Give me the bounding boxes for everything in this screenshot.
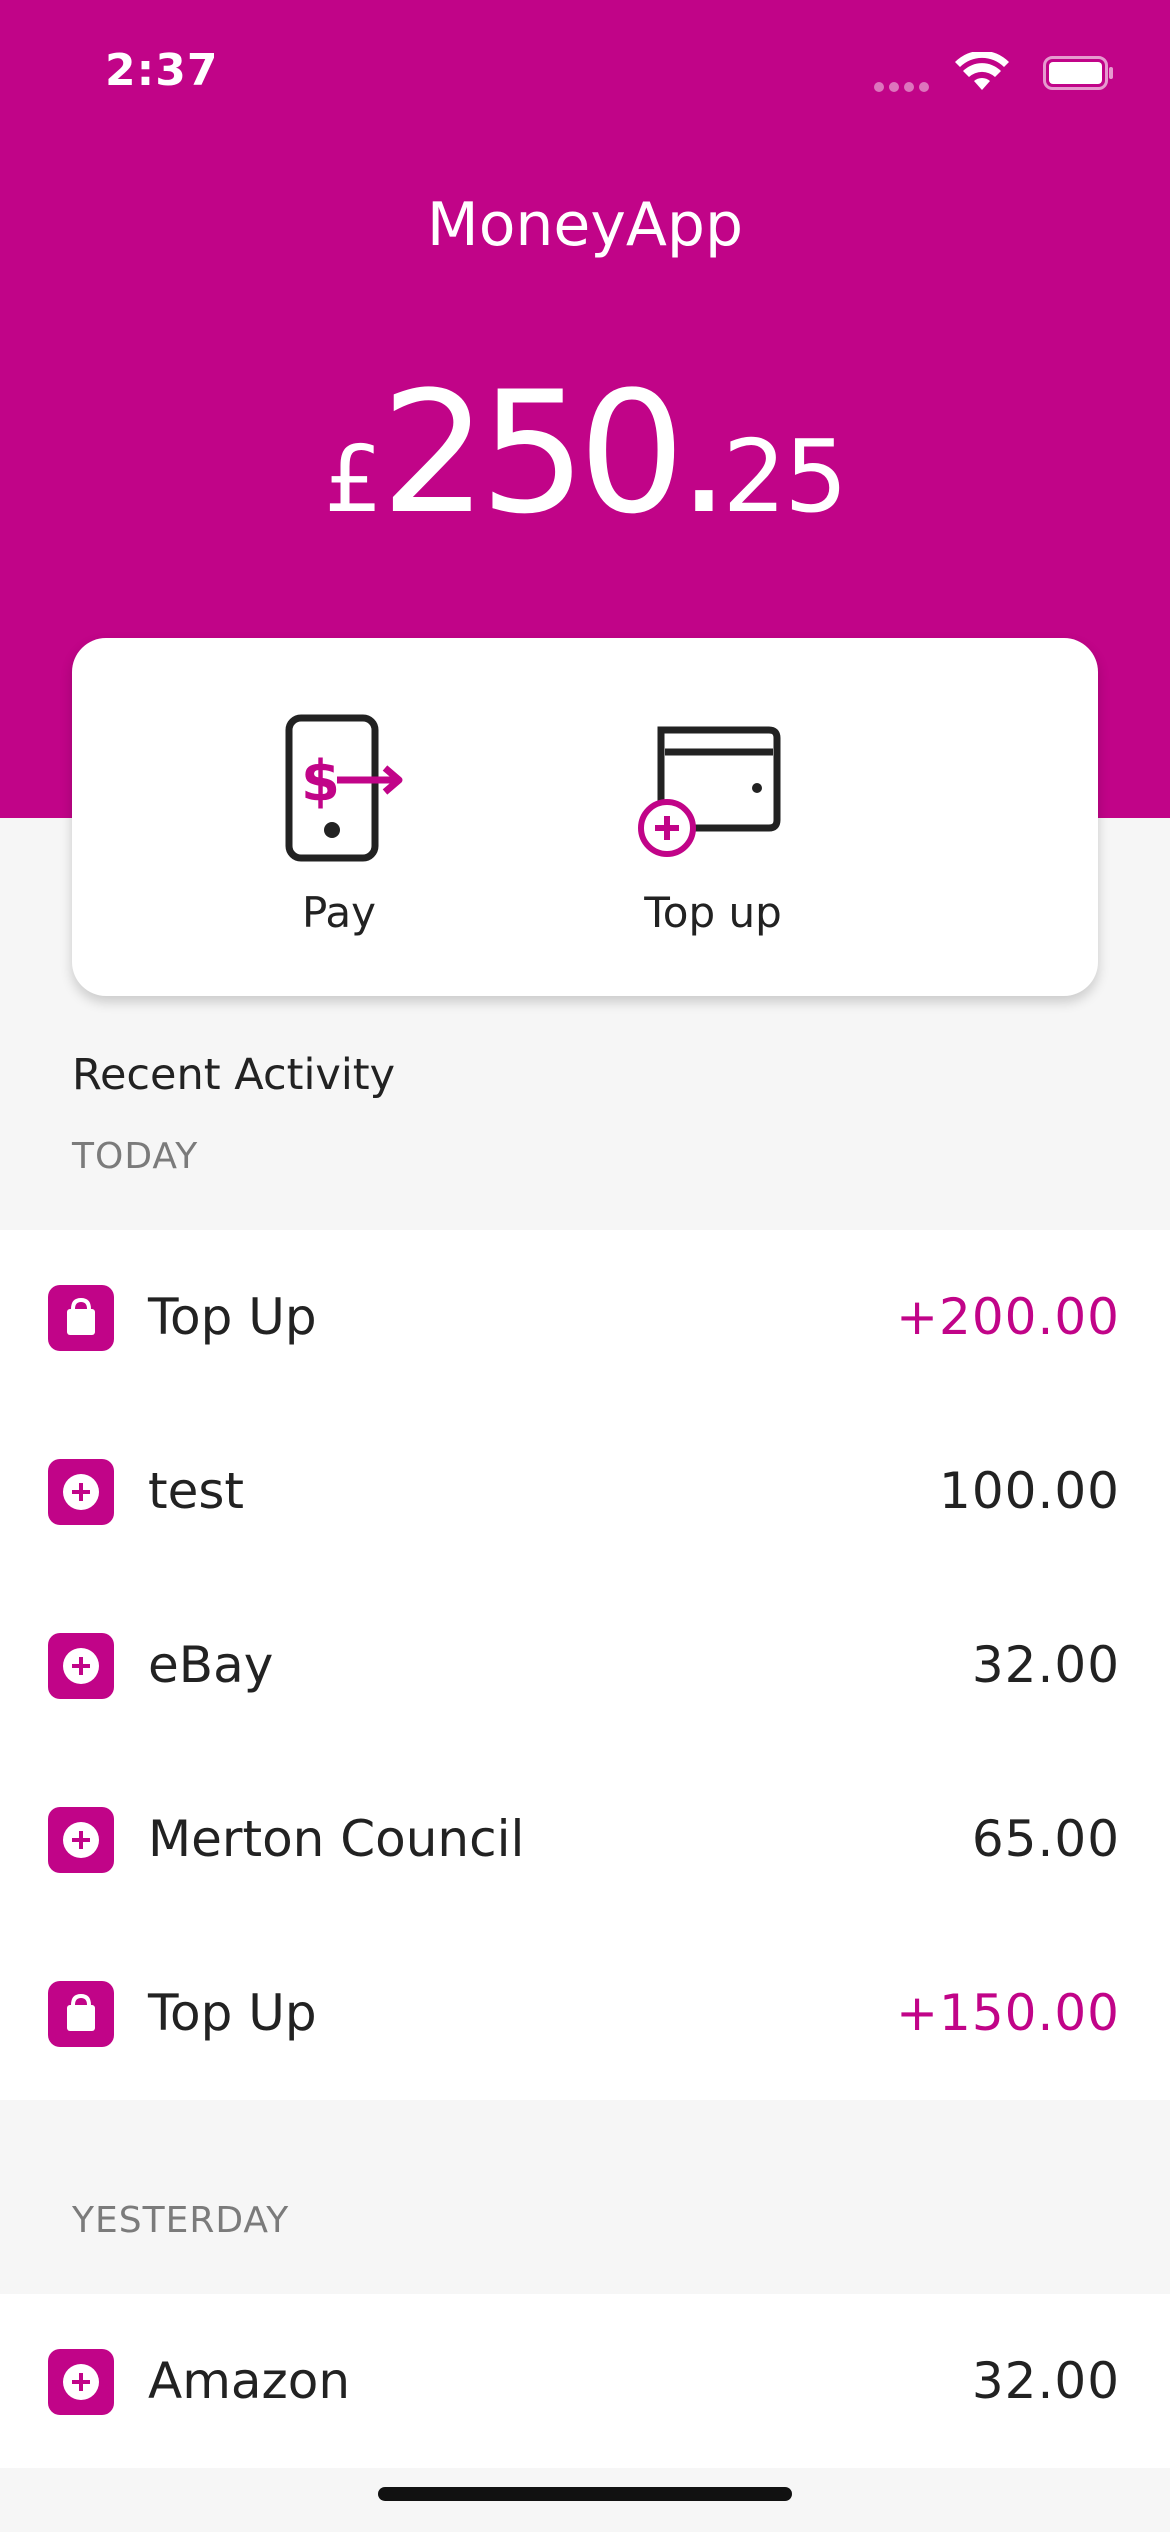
battery-icon	[1043, 56, 1113, 90]
balance-fraction: 25	[722, 418, 848, 535]
transaction-list-yesterday: Amazon 32.00	[0, 2294, 1170, 2468]
home-indicator[interactable]	[378, 2487, 792, 2501]
transaction-amount: 65.00	[971, 1810, 1120, 1868]
balance-currency: £	[324, 426, 383, 533]
recent-activity-title: Recent Activity	[72, 1050, 396, 1100]
list-item[interactable]: eBay 32.00	[0, 1578, 1170, 1752]
pay-phone-icon: $	[285, 714, 403, 862]
transaction-amount: 32.00	[971, 2352, 1120, 2410]
transaction-name: Top Up	[148, 1984, 317, 2042]
transaction-name: Amazon	[148, 2352, 351, 2410]
top-up-button[interactable]: Top up	[583, 708, 843, 948]
transaction-amount: 32.00	[971, 1636, 1120, 1694]
quick-actions-card: $ Pay Top up	[72, 638, 1098, 996]
list-item[interactable]: Top Up +200.00	[0, 1230, 1170, 1404]
svg-text:$: $	[301, 749, 340, 814]
plus-circle-icon	[48, 1459, 114, 1525]
list-item[interactable]: test 100.00	[0, 1404, 1170, 1578]
balance-whole: 250.	[380, 355, 731, 551]
status-time: 2:37	[105, 45, 219, 96]
transaction-name: eBay	[148, 1636, 274, 1694]
wifi-icon	[955, 52, 1009, 90]
transaction-amount: +200.00	[896, 1288, 1120, 1346]
day-label-yesterday: YESTERDAY	[72, 2200, 290, 2241]
list-item[interactable]: Top Up +150.00	[0, 1926, 1170, 2100]
top-up-label: Top up	[644, 888, 782, 937]
pay-button[interactable]: $ Pay	[209, 708, 469, 948]
transaction-amount: +150.00	[896, 1984, 1120, 2042]
signal-icon	[874, 82, 930, 92]
list-item[interactable]: Amazon 32.00	[0, 2294, 1170, 2468]
list-item[interactable]: Merton Council 65.00	[0, 1752, 1170, 1926]
plus-circle-icon	[48, 1807, 114, 1873]
screen: 2:37 MoneyApp £250.25 $ Pay Top up Recen…	[0, 0, 1170, 2532]
wallet-topup-icon	[638, 726, 781, 857]
transaction-amount: 100.00	[939, 1462, 1120, 1520]
plus-circle-icon	[48, 1633, 114, 1699]
balance-amount: £250.25	[0, 355, 1170, 551]
transaction-name: Merton Council	[148, 1810, 525, 1868]
transaction-list-today: Top Up +200.00 test 100.00 eBay 32.00 Me…	[0, 1230, 1170, 2100]
shopping-bag-icon	[48, 1981, 114, 2047]
pay-label: Pay	[301, 888, 377, 937]
app-title: MoneyApp	[426, 190, 744, 260]
shopping-bag-icon	[48, 1285, 114, 1351]
plus-circle-icon	[48, 2349, 114, 2415]
transaction-name: test	[148, 1462, 245, 1520]
day-label-today: TODAY	[72, 1136, 199, 1177]
transaction-name: Top Up	[148, 1288, 317, 1346]
